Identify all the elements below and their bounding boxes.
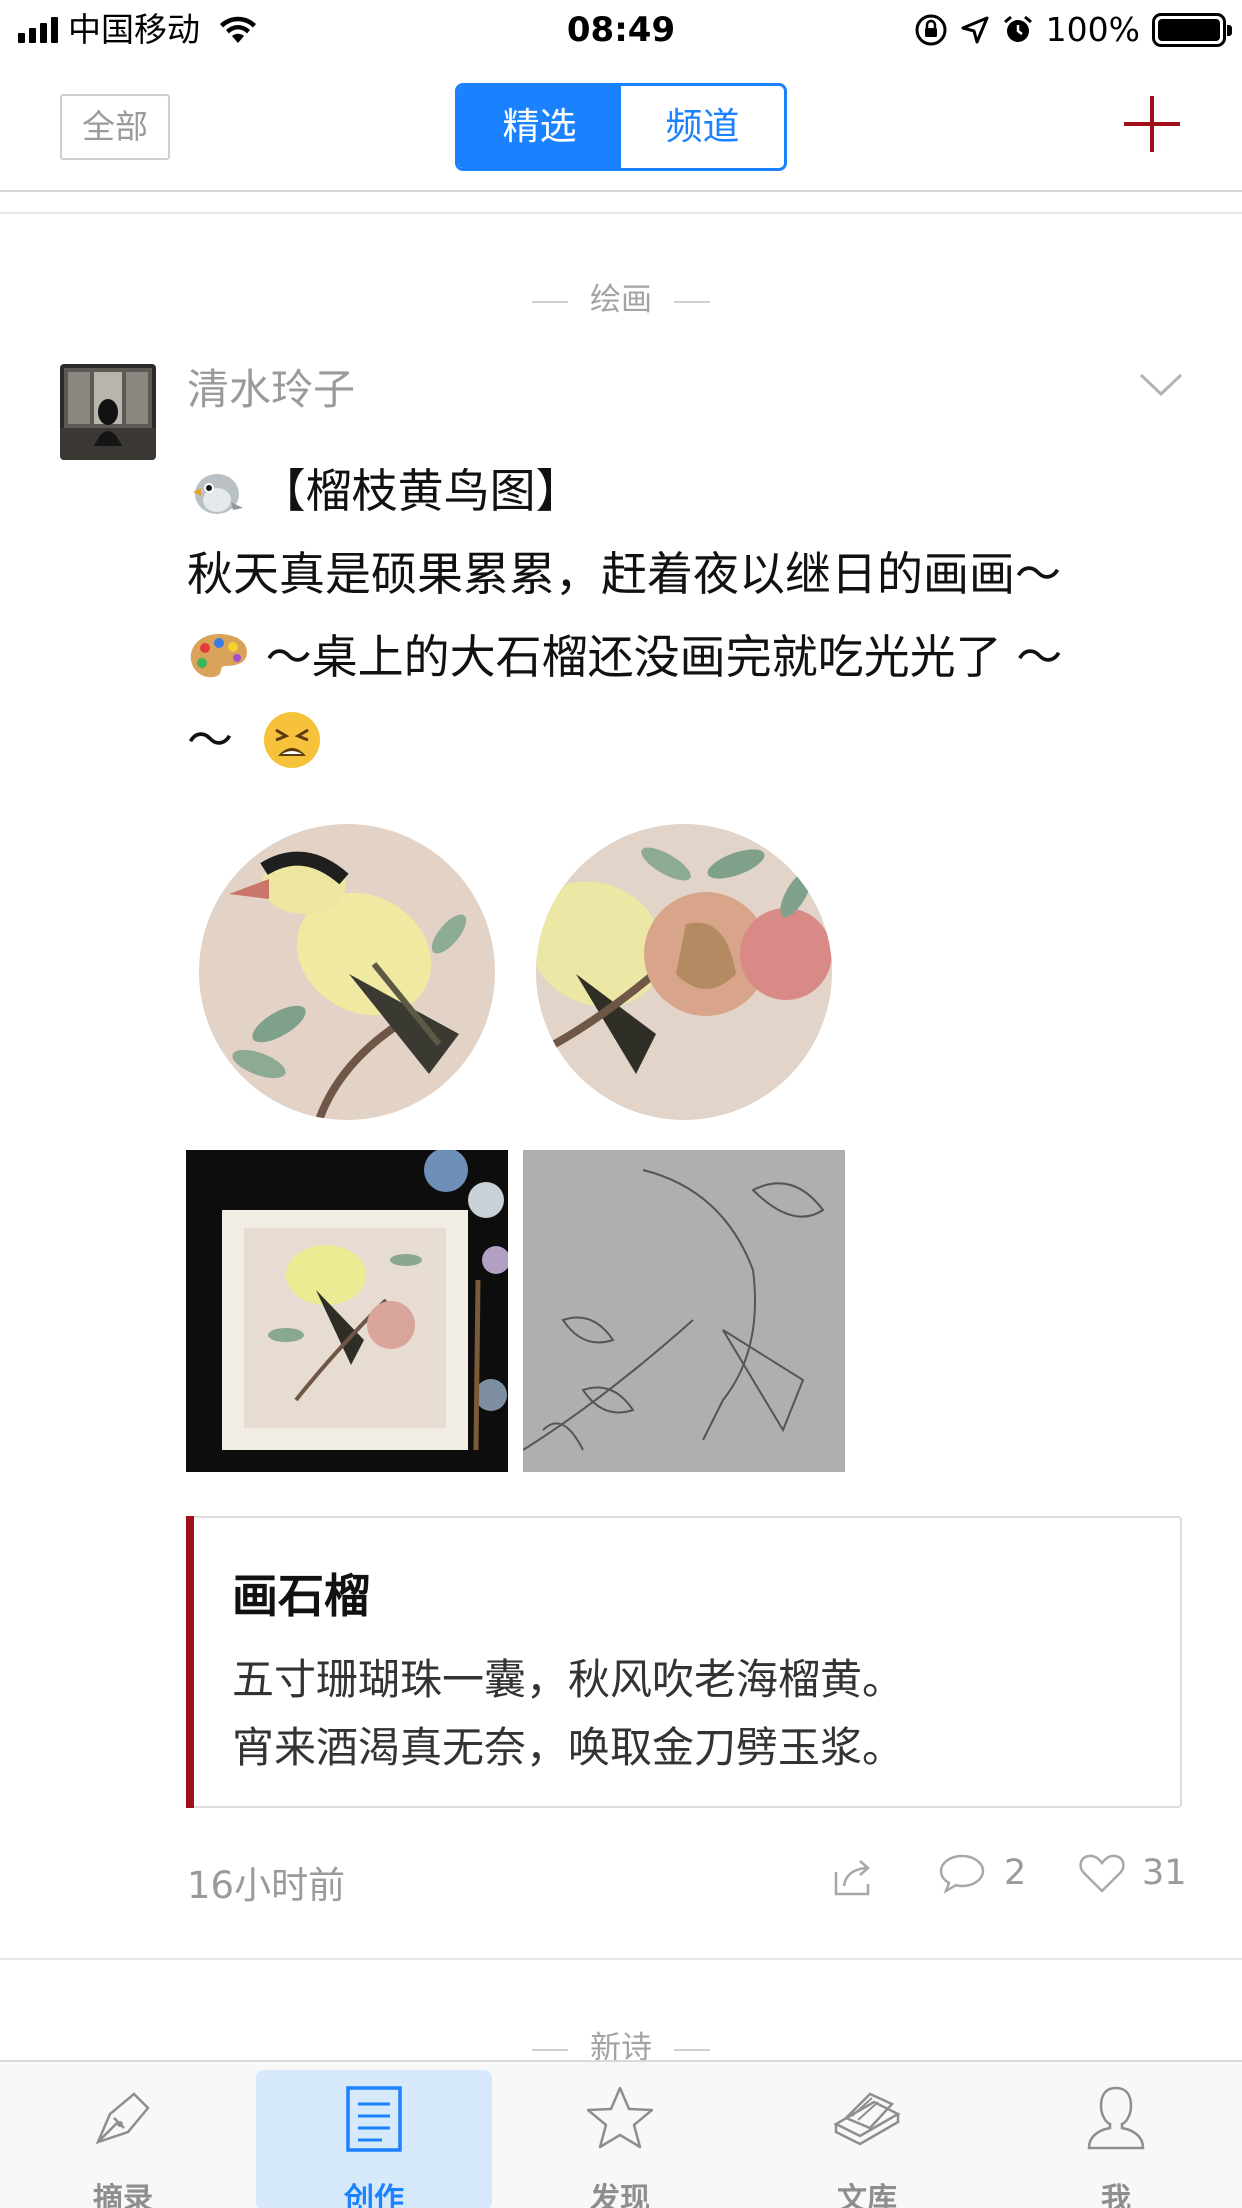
post-image-oriole[interactable] (199, 824, 495, 1120)
comment-icon (939, 1854, 985, 1894)
post-body-line-2: ～桌上的大石榴还没画完就吃光光了 ～ (265, 630, 1063, 684)
segment-channels[interactable]: 频道 (621, 86, 784, 168)
like-count: 31 (1142, 1853, 1187, 1893)
post-text: 【榴枝黄鸟图】 秋天真是硕果累累，赶着夜以继日的画画～ ～桌上的大石榴还没画完就… (187, 450, 1187, 782)
tab-label: 文库 (837, 2182, 897, 2208)
star-icon (586, 2086, 654, 2149)
pen-nib-icon (95, 2092, 150, 2145)
tab-create[interactable]: 创作 (256, 2070, 492, 2208)
share-icon[interactable] (832, 1856, 876, 1898)
post-title-line: 【榴枝黄鸟图】 (187, 450, 1187, 533)
nav-bar: 全部 精选 频道 (0, 62, 1242, 192)
document-icon (346, 2086, 402, 2152)
header-divider (0, 212, 1242, 214)
section-title: 绘画 (590, 282, 652, 318)
bird-emoji-icon (193, 473, 243, 514)
books-icon (833, 2092, 901, 2146)
chevron-down-icon[interactable] (1138, 372, 1184, 398)
post-body-line-3-wrap: ～ (187, 699, 1187, 782)
post-body-line-3: ～ (187, 713, 233, 767)
tab-bar: 摘录 创作 发现 文库 我 (0, 2060, 1242, 2208)
tab-label: 我 (1101, 2182, 1131, 2208)
plus-icon[interactable] (1120, 92, 1184, 156)
tab-label: 摘录 (93, 2182, 153, 2208)
poem-line-2: 宵来酒渴真无奈，唤取金刀劈玉浆。 (232, 1723, 905, 1772)
post-body-line-1: 秋天真是硕果累累，赶着夜以继日的画画～ (187, 547, 1061, 601)
rotation-lock-icon (915, 14, 947, 46)
post-title: 【榴枝黄鸟图】 (259, 464, 582, 518)
tab-library[interactable]: 文库 (749, 2062, 985, 2208)
post-image-sketch[interactable] (523, 1150, 845, 1472)
person-icon (1087, 2086, 1145, 2150)
like-button[interactable]: 31 (1078, 1852, 1187, 1894)
poem-title: 画石榴 (232, 1569, 370, 1623)
post-time: 16小时前 (187, 1864, 346, 1907)
author-name[interactable]: 清水玲子 (187, 362, 355, 418)
status-right: 100% (914, 8, 1232, 52)
alarm-icon (1003, 15, 1032, 42)
avatar[interactable] (60, 364, 156, 460)
status-bar: 中国移动 08:49 100% (0, 0, 1242, 62)
all-button[interactable]: 全部 (60, 94, 170, 160)
battery-percent: 100% (1045, 10, 1140, 49)
post-image-pomegranate[interactable] (536, 824, 832, 1120)
tab-label: 发现 (590, 2182, 650, 2208)
comment-button[interactable]: 2 (938, 1852, 1026, 1894)
tab-excerpts[interactable]: 摘录 (5, 2062, 241, 2208)
post-body-line-2-wrap: ～桌上的大石榴还没画完就吃光光了 ～ (187, 616, 1187, 699)
poem-quote-card[interactable]: 画石榴 五寸珊瑚珠一囊，秋风吹老海榴黄。 宵来酒渴真无奈，唤取金刀劈玉浆。 (186, 1516, 1182, 1808)
location-icon (961, 16, 989, 44)
comment-count: 2 (1004, 1853, 1027, 1893)
segment-control: 精选 频道 (455, 83, 787, 171)
tired-face-emoji-icon (263, 711, 320, 768)
poem-line-1: 五寸珊瑚珠一囊，秋风吹老海榴黄。 (232, 1655, 905, 1704)
battery-icon (1152, 13, 1232, 47)
tab-label: 创作 (344, 2182, 404, 2208)
palette-emoji-icon (190, 633, 247, 677)
tab-me[interactable]: 我 (998, 2062, 1234, 2208)
segment-featured[interactable]: 精选 (458, 86, 621, 168)
tab-discover[interactable]: 发现 (502, 2062, 738, 2208)
post-divider (0, 1958, 1242, 1960)
heart-icon (1079, 1854, 1125, 1893)
section-header: 绘画 (0, 274, 1242, 319)
post-image-painting-desk[interactable] (186, 1150, 508, 1472)
